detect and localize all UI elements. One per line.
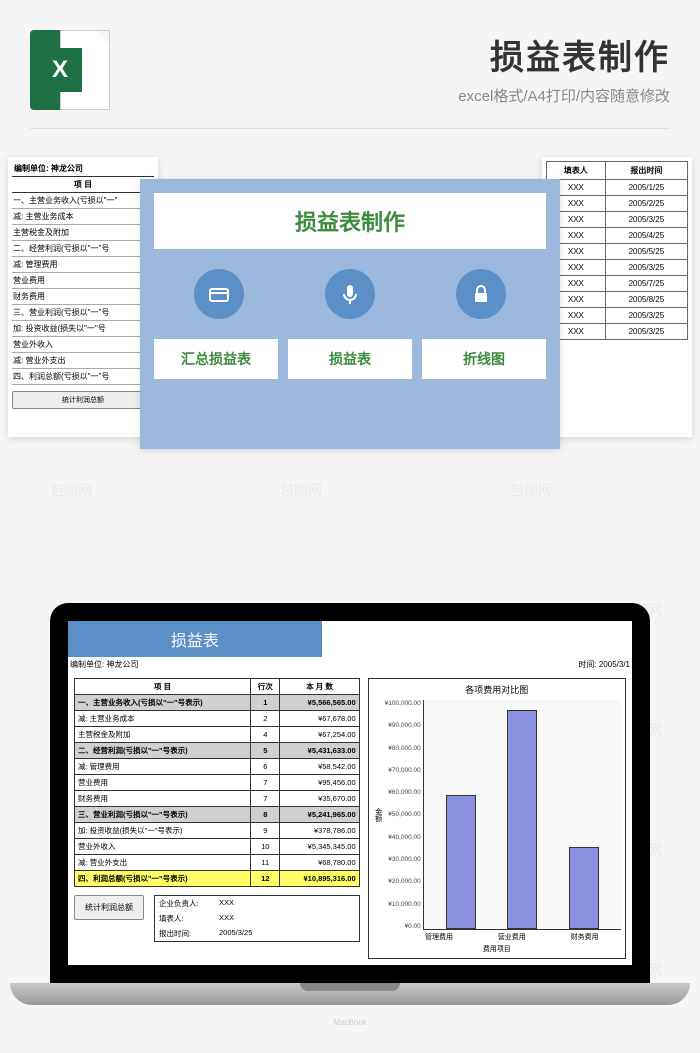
time-label: 时间: <box>578 660 596 669</box>
chart-title: 各项费用对比图 <box>373 683 621 696</box>
table-row: XXX2005/3/25 <box>547 324 688 340</box>
stat-total-button[interactable]: 统计利润总额 <box>74 895 144 920</box>
table-row: XXX2005/8/25 <box>547 292 688 308</box>
card-icon <box>194 269 244 319</box>
table-row: 加: 投资收益(损失以"一"号 <box>12 321 154 337</box>
table-row: XXX2005/4/25 <box>547 228 688 244</box>
preview-card-right: 填表人 报出时间 XXX2005/1/25XXX2005/2/25XXX2005… <box>542 157 692 437</box>
table-row: 财务费用7¥35,670.00 <box>75 791 360 807</box>
page-title: 损益表制作 <box>130 30 670 79</box>
stat-button[interactable]: 统计利润总额 <box>12 391 154 409</box>
info-row: 报出时间:2005/3/25 <box>155 926 359 941</box>
table-row: 主营税金及附加 <box>12 225 154 241</box>
x-tick: 财务费用 <box>571 932 599 942</box>
table-row: 减: 管理费用 <box>12 257 154 273</box>
table-row: 营业外收入10¥5,345,345.00 <box>75 839 360 855</box>
unit-text: 编制单位: 神龙公司 <box>70 659 138 670</box>
column-header: 项 目 <box>12 177 154 193</box>
table-row: 减: 营业外支出11¥68,780.00 <box>75 855 360 871</box>
table-row: 减: 营业外支出 <box>12 353 154 369</box>
header: X 损益表制作 excel格式/A4打印/内容随意修改 <box>0 0 700 120</box>
table-row: XXX2005/3/25 <box>547 212 688 228</box>
divider <box>30 128 670 129</box>
chart-bars <box>423 700 621 930</box>
x-tick: 管理费用 <box>425 932 453 942</box>
preview-card-left: 编制单位: 神龙公司 项 目 一、主营业务收入(亏损以"一"减: 主营业务成本 … <box>8 157 158 437</box>
chart-panel: 各项费用对比图 金额 ¥100,000.00¥90,000.00¥80,000.… <box>368 678 626 959</box>
table-row: XXX2005/5/25 <box>547 244 688 260</box>
info-row: 企业负责人:XXX <box>155 896 359 911</box>
excel-file-icon: X <box>30 30 110 110</box>
laptop-base <box>10 983 690 1005</box>
th-item: 项 目 <box>75 679 251 695</box>
table-row: 一、主营业务收入(亏损以"一"号表示)1¥5,566,565.00 <box>75 695 360 711</box>
tab-summary[interactable]: 汇总损益表 <box>154 339 278 379</box>
th-month: 本 月 数 <box>280 679 359 695</box>
x-axis: 管理费用 营业费用 财务费用 <box>373 930 621 942</box>
info-box: 企业负责人:XXX填表人:XXX报出时间:2005/3/25 <box>154 895 360 942</box>
tab-sheet[interactable]: 损益表 <box>288 339 412 379</box>
lock-icon <box>456 269 506 319</box>
table-row: 四、利润总额(亏损以"一"号 <box>12 369 154 385</box>
preview-area: 编制单位: 神龙公司 项 目 一、主营业务收入(亏损以"一"减: 主营业务成本 … <box>0 149 700 519</box>
bar <box>569 847 599 929</box>
table-row: 减: 主营业务成本 <box>12 209 154 225</box>
table-row: 三、营业利润(亏损以"一"号 <box>12 305 154 321</box>
table-row: 营业费用 <box>12 273 154 289</box>
table-row: 一、主营业务收入(亏损以"一" <box>12 193 154 209</box>
col-filler: 填表人 <box>547 162 606 180</box>
tab-linechart[interactable]: 折线图 <box>422 339 546 379</box>
table-row: 加: 投资收益(损失以"一"号表示)9¥378,786.00 <box>75 823 360 839</box>
time-value: 2005/3/1 <box>599 660 630 669</box>
th-row: 行次 <box>251 679 280 695</box>
center-title: 损益表制作 <box>154 193 546 249</box>
table-row: XXX2005/3/25 <box>547 260 688 276</box>
bar <box>446 795 476 929</box>
table-row: 减: 主营业务成本2¥67,678.00 <box>75 711 360 727</box>
preview-card-center: 损益表制作 汇总损益表 损益表 折线图 <box>140 179 560 449</box>
bar <box>507 710 537 929</box>
table-row: XXX2005/3/25 <box>547 308 688 324</box>
mini-table: 填表人 报出时间 XXX2005/1/25XXX2005/2/25XXX2005… <box>546 161 688 340</box>
table-row: XXX2005/1/25 <box>547 180 688 196</box>
table-row: 二、经营利润(亏损以"一"号表示)5¥5,431,633.00 <box>75 743 360 759</box>
table-row: 二、经营利润(亏损以"一"号 <box>12 241 154 257</box>
table-row: 减: 管理费用6¥58,542.00 <box>75 759 360 775</box>
table-row: 营业外收入 <box>12 337 154 353</box>
laptop-mockup: 损益表 编制单位: 神龙公司 时间: 2005/3/1 项 目 行次 本 月 数… <box>0 603 700 1053</box>
y-axis: ¥100,000.00¥90,000.00¥80,000.00¥70,000.0… <box>385 700 423 930</box>
y-axis-label: 金额 <box>373 808 385 822</box>
unit-label: 编制单位: 神龙公司 <box>12 161 154 177</box>
table-row: 四、利润总额(亏损以"一"号表示)12¥10,895,316.00 <box>75 871 360 887</box>
table-row: XXX2005/2/25 <box>547 196 688 212</box>
sheet-title: 损益表 <box>68 621 322 657</box>
page-subtitle: excel格式/A4打印/内容随意修改 <box>130 85 670 106</box>
laptop-brand: MacBook <box>333 1018 366 1027</box>
info-row: 填表人:XXX <box>155 911 359 926</box>
table-row: 三、营业利润(亏损以"一"号表示)8¥5,241,965.00 <box>75 807 360 823</box>
table-row: XXX2005/7/25 <box>547 276 688 292</box>
mic-icon <box>325 269 375 319</box>
col-date: 报出时间 <box>605 162 687 180</box>
x-tick: 营业费用 <box>498 932 526 942</box>
table-row: 财务费用 <box>12 289 154 305</box>
income-table: 项 目 行次 本 月 数 一、主营业务收入(亏损以"一"号表示)1¥5,566,… <box>74 678 360 887</box>
x-axis-label: 费用项目 <box>373 944 621 954</box>
table-row: 主营税金及附加4¥67,254.00 <box>75 727 360 743</box>
table-row: 营业费用7¥95,456.00 <box>75 775 360 791</box>
